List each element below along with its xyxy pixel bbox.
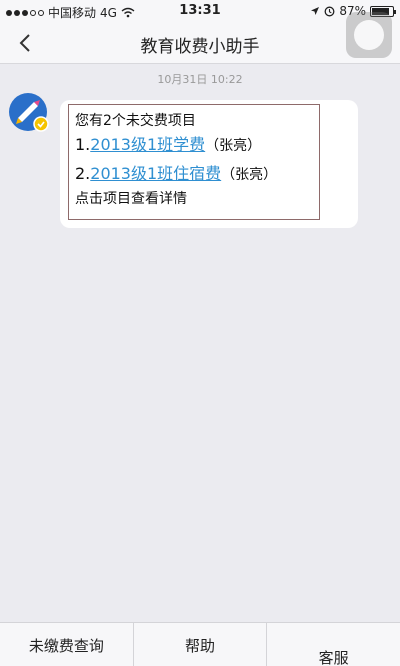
- fee-item-1-prefix: 1.: [75, 135, 91, 154]
- assistive-touch-knob: [354, 20, 384, 50]
- tab-help-label: 帮助: [185, 636, 216, 655]
- tab-unpaid-query[interactable]: 未缴费查询: [0, 623, 134, 666]
- fee-item-2-suffix: （张亮）: [221, 167, 278, 183]
- timestamp-text: 10月31日 10:22: [157, 73, 243, 86]
- tab-help[interactable]: 帮助: [134, 623, 268, 666]
- tab-customer-service-label: 客服: [318, 648, 349, 666]
- bot-avatar-icon: [9, 93, 49, 132]
- message-card: 您有2个未交费项目 1.2013级1班学费（张亮） 2.2013级1班住宿费（张…: [68, 104, 320, 220]
- location-arrow-icon: [311, 7, 320, 15]
- message-bubble: 您有2个未交费项目 1.2013级1班学费（张亮） 2.2013级1班住宿费（张…: [60, 100, 358, 228]
- message-header: 您有2个未交费项目: [75, 113, 196, 129]
- tab-customer-service[interactable]: 客服: [267, 623, 400, 666]
- bottom-menu-bar: 未缴费查询 帮助 客服: [0, 622, 400, 666]
- status-bar: 中国移动 4G 13:31 87%: [0, 0, 400, 22]
- fee-item-2: 2.2013级1班住宿费（张亮）: [75, 160, 313, 189]
- fee-item-2-prefix: 2.: [75, 164, 91, 183]
- nav-bar: 教育收费小助手: [0, 22, 400, 64]
- page-title: 教育收费小助手: [140, 37, 260, 57]
- message-footer: 点击项目查看详情: [75, 191, 187, 207]
- fee-item-1-link[interactable]: 2013级1班学费: [90, 135, 205, 154]
- avatar[interactable]: [8, 92, 50, 134]
- fee-item-1-suffix: （张亮）: [205, 138, 262, 154]
- alarm-icon: [324, 6, 335, 16]
- assistive-touch-button[interactable]: [346, 12, 392, 58]
- fee-item-2-link[interactable]: 2013级1班住宿费: [90, 164, 221, 183]
- tab-unpaid-query-label: 未缴费查询: [28, 636, 104, 655]
- message-timestamp: 10月31日 10:22: [0, 68, 400, 88]
- fee-item-1: 1.2013级1班学费（张亮）: [75, 131, 313, 160]
